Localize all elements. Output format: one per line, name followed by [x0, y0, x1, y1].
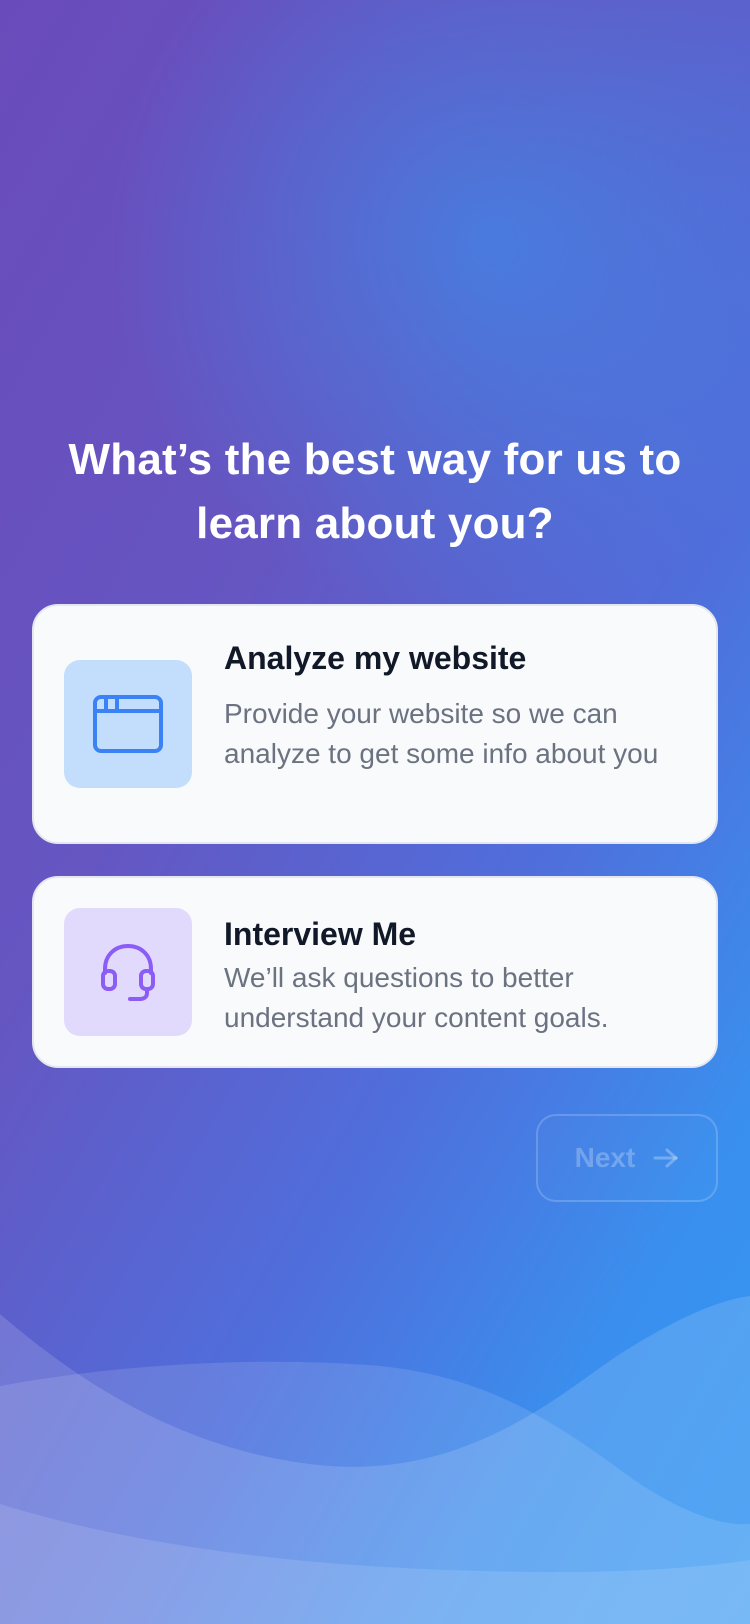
- next-button-label: Next: [574, 1142, 636, 1173]
- option-card-interview-me[interactable]: Interview Me We’ll ask questions to bett…: [32, 876, 718, 1068]
- browser-window-icon: [93, 695, 163, 753]
- arrow-right-icon: [653, 1148, 678, 1168]
- option-description: Provide your website so we can analyze t…: [224, 698, 659, 769]
- icon-tile: [64, 660, 192, 788]
- background-waves: [0, 1296, 750, 1624]
- option-card-analyze-website[interactable]: Analyze my website Provide your website …: [32, 604, 718, 844]
- icon-tile: [64, 908, 192, 1036]
- page-title: What’s the best way for us to learn abou…: [68, 435, 682, 548]
- headset-icon: [101, 943, 155, 1001]
- option-title: Interview Me: [224, 916, 417, 952]
- next-button[interactable]: Next: [536, 1114, 718, 1202]
- option-title: Analyze my website: [224, 640, 527, 676]
- onboarding-screen: What’s the best way for us to learn abou…: [0, 0, 750, 1624]
- option-description: We’ll ask questions to better understand…: [224, 962, 609, 1033]
